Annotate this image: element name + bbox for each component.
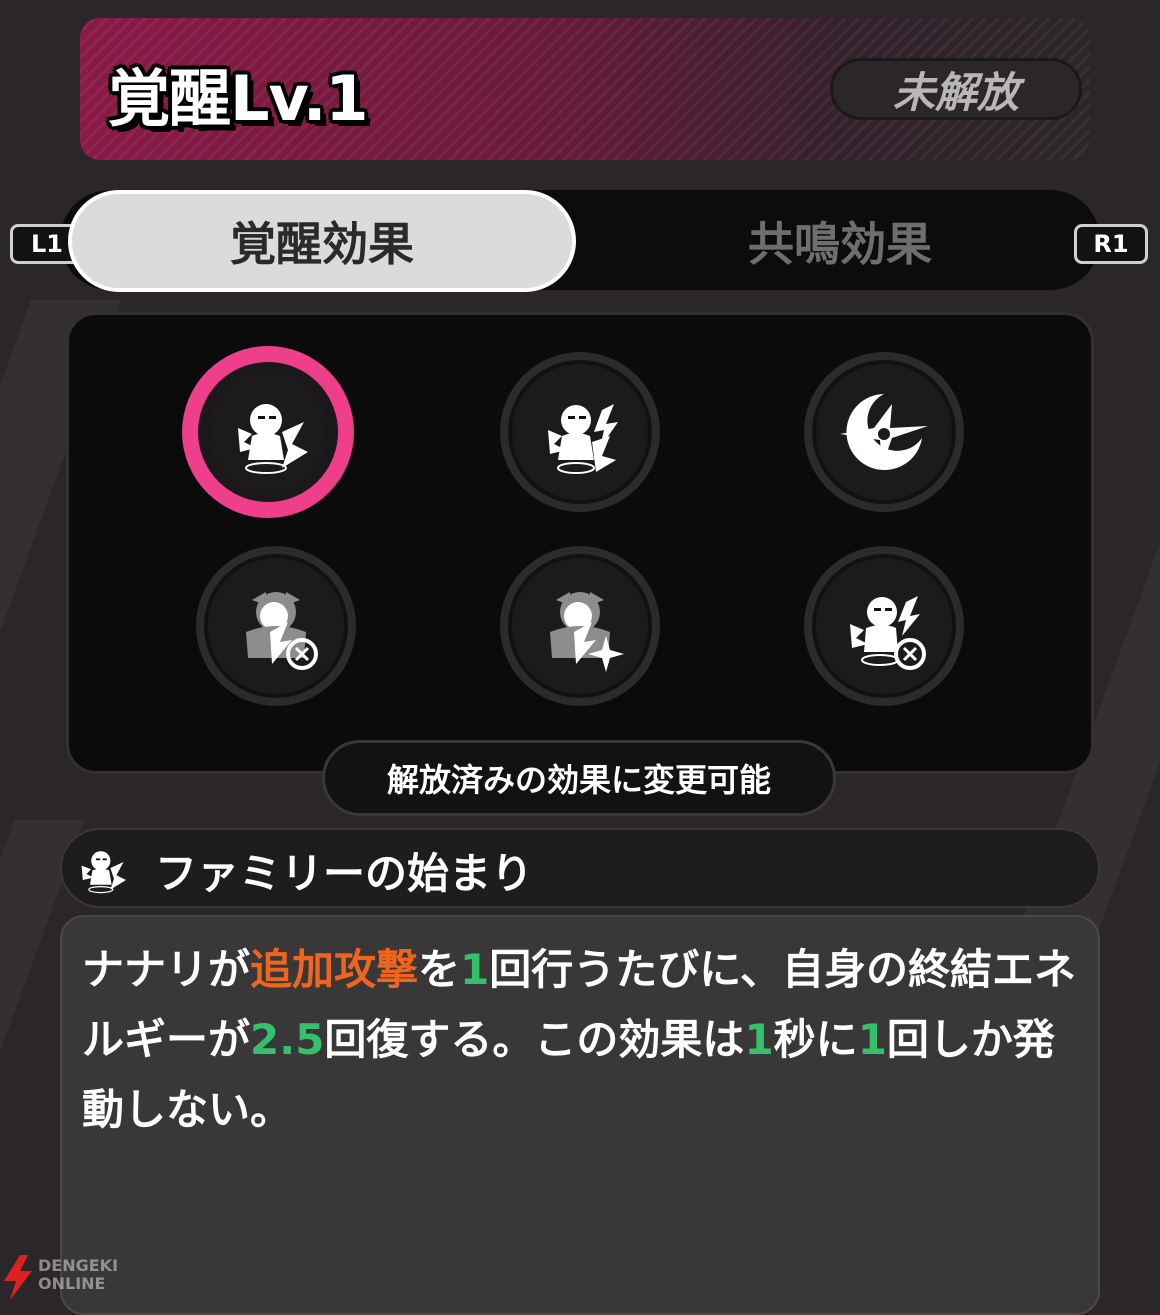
tab-resonance-effect[interactable]: 共鳴効果 [600, 190, 1080, 292]
effect-slot-3[interactable] [804, 352, 964, 512]
lightning-logo-icon [4, 1255, 32, 1300]
lightning-attack-icon [548, 404, 618, 474]
effect-slot-4[interactable] [196, 546, 356, 706]
skill-description: ナナリが追加攻撃を1回行うたびに、自身の終結エネルギーが2.5回復する。この効果… [82, 945, 1077, 1134]
effect-slot-1[interactable] [188, 352, 348, 512]
timer-attack-icon [246, 592, 318, 670]
effect-slot-2[interactable] [500, 352, 660, 512]
effect-slot-5[interactable] [500, 546, 660, 706]
awakening-level-title: 覚醒Lv.1 [108, 62, 369, 135]
keyword-follow-up-attack: 追加攻撃 [250, 945, 419, 994]
skill-name: ファミリーの始まり [155, 849, 534, 898]
tab-awakening-effect[interactable]: 覚醒効果 [68, 190, 576, 292]
change-effect-hint: 解放済みの効果に変更可能 [322, 740, 836, 816]
follow-up-attack-icon [238, 404, 308, 474]
shuriken-crescent-icon [840, 394, 928, 470]
lightning-timer-icon [850, 596, 926, 670]
r1-key-hint[interactable]: R1 [1074, 224, 1148, 264]
unlock-status-badge: 未解放 [830, 58, 1082, 120]
effect-slot-6[interactable] [804, 546, 964, 706]
follow-up-attack-icon [81, 851, 126, 894]
site-watermark: DENGEKI ONLINE [0, 1255, 130, 1300]
star-attack-icon [550, 592, 624, 672]
